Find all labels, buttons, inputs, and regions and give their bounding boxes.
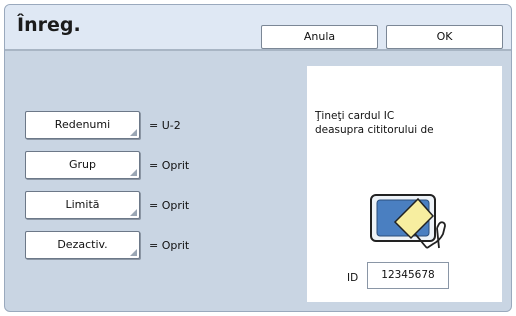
limit-value: = Oprit [149, 199, 190, 212]
registration-dialog: Înreg. Anula OK Redenumi = U-2 Grup = Op… [4, 4, 512, 312]
card-instruction: Ţineţi cardul IC deasupra cititorului de [315, 109, 495, 137]
card-instruction-line2: deasupra cititorului de [315, 124, 434, 136]
ic-card-panel: Ţineţi cardul IC deasupra cititorului de… [307, 66, 502, 302]
header-bar: Înreg. Anula OK [5, 5, 511, 49]
group-button[interactable]: Grup [25, 151, 140, 179]
deactivate-button-label: Dezactiv. [57, 238, 108, 251]
group-button-label: Grup [68, 158, 96, 171]
corner-indicator-icon [130, 169, 137, 176]
group-value: = Oprit [149, 159, 190, 172]
ok-button[interactable]: OK [386, 25, 503, 49]
deactivate-button[interactable]: Dezactiv. [25, 231, 140, 259]
corner-indicator-icon [130, 129, 137, 136]
header-divider [5, 49, 511, 51]
cancel-button[interactable]: Anula [261, 25, 378, 49]
corner-indicator-icon [130, 209, 137, 216]
id-value-field: 12345678 [367, 262, 449, 289]
rename-button-label: Redenumi [54, 118, 111, 131]
rename-button[interactable]: Redenumi [25, 111, 140, 139]
card-reader-icon [365, 188, 465, 262]
corner-indicator-icon [130, 249, 137, 256]
limit-button[interactable]: Limită [25, 191, 140, 219]
limit-button-label: Limită [65, 198, 100, 211]
deactivate-value: = Oprit [149, 239, 190, 252]
page-title: Înreg. [17, 14, 81, 36]
rename-value: = U-2 [149, 119, 181, 132]
card-instruction-line1: Ţineţi cardul IC [315, 110, 395, 122]
id-label: ID [347, 272, 359, 284]
